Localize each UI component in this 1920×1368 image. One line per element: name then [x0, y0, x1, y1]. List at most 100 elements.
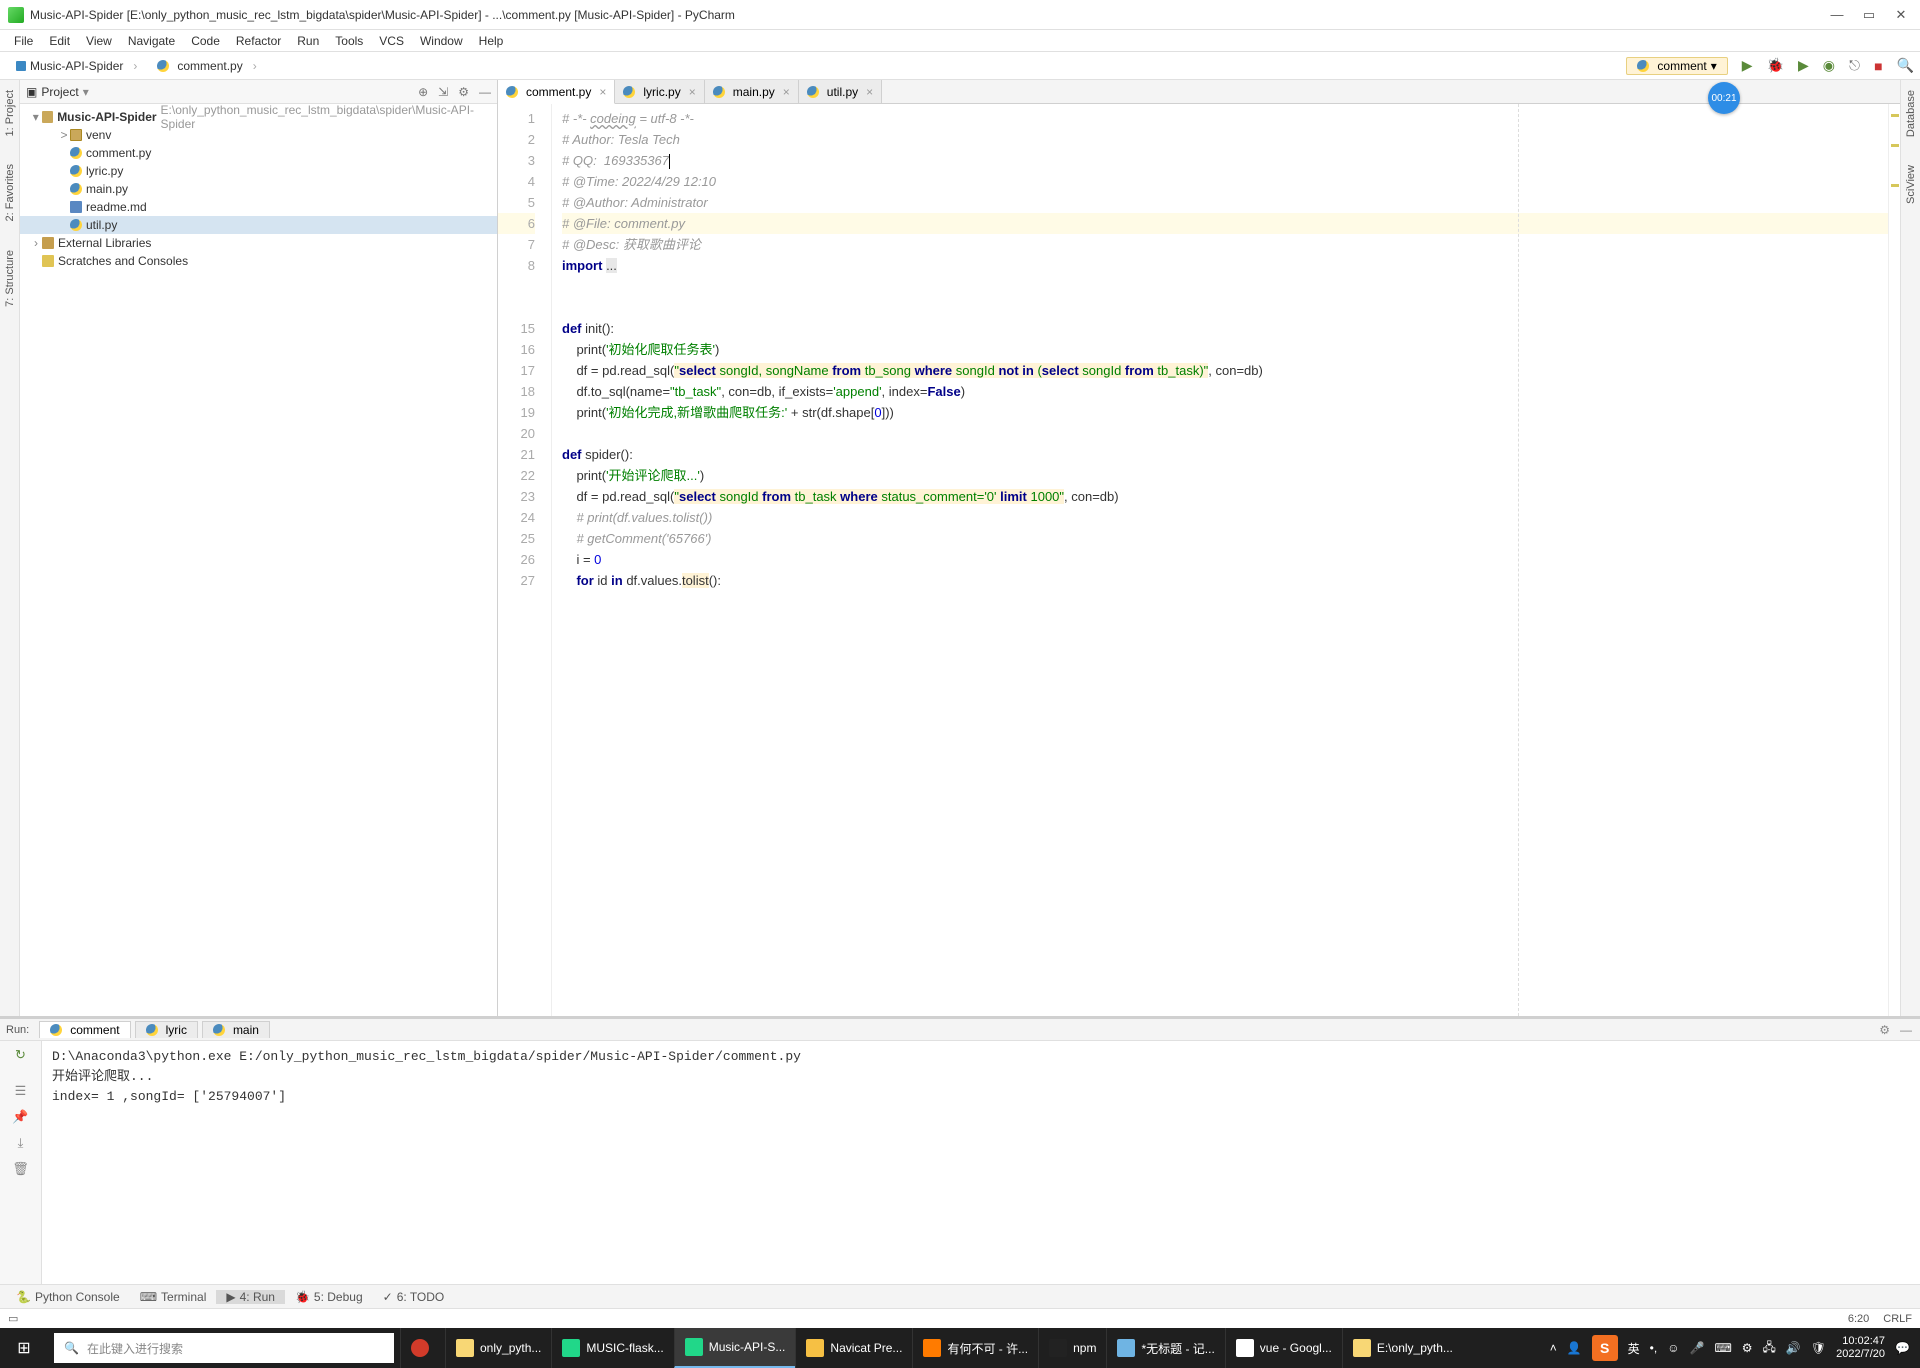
trash-icon[interactable]: 🗑 — [12, 1161, 29, 1177]
ime-lang[interactable]: 英 — [1628, 1340, 1640, 1357]
tree-item[interactable]: main.py — [20, 180, 497, 198]
tree-item[interactable]: util.py — [20, 216, 497, 234]
settings-icon[interactable]: ⚙ — [458, 85, 469, 99]
menu-file[interactable]: File — [6, 32, 41, 50]
run-settings-icon[interactable]: ⚙ — [1879, 1023, 1890, 1037]
sidebar-tab-project[interactable]: 1: Project — [4, 86, 16, 140]
taskbar-app[interactable]: npm — [1038, 1328, 1106, 1368]
tray-mic-icon[interactable]: 🎤 — [1689, 1341, 1704, 1355]
menu-edit[interactable]: Edit — [41, 32, 78, 50]
taskbar-app[interactable]: 有何不可 - 许... — [912, 1328, 1038, 1368]
run-tab[interactable]: main — [202, 1021, 270, 1038]
tray-people-icon[interactable]: 👤 — [1567, 1341, 1582, 1355]
editor-tab[interactable]: main.py× — [705, 80, 799, 103]
notifications-icon[interactable]: 💬 — [1895, 1341, 1910, 1355]
menu-vcs[interactable]: VCS — [371, 32, 412, 50]
sidebar-tab-structure[interactable]: 7: Structure — [4, 246, 16, 311]
sogou-ime-icon[interactable]: S — [1592, 1335, 1618, 1361]
taskbar-app[interactable]: E:\only_pyth... — [1342, 1328, 1463, 1368]
editor-body[interactable]: 1234567815161718192021222324252627 # -*-… — [498, 104, 1900, 1016]
taskbar-app[interactable]: Navicat Pre... — [795, 1328, 912, 1368]
taskbar-app[interactable] — [400, 1328, 445, 1368]
tray-network-icon[interactable]: 🖧 — [1763, 1338, 1776, 1359]
hide-icon[interactable]: — — [479, 85, 491, 99]
taskbar-clock[interactable]: 10:02:47 2022/7/20 — [1836, 1335, 1885, 1361]
attach-icon[interactable]: ⎋ — [1849, 57, 1860, 74]
marker-strip[interactable] — [1888, 104, 1900, 1016]
coverage-icon[interactable]: ▶ — [1798, 57, 1809, 74]
run-config-selector[interactable]: comment ▾ — [1626, 57, 1727, 75]
taskbar-app[interactable]: only_pyth... — [445, 1328, 551, 1368]
close-button[interactable]: ✕ — [1894, 8, 1908, 22]
code-area[interactable]: # -*- codeing = utf-8 -*-# Author: Tesla… — [552, 104, 1888, 1016]
stop-icon[interactable]: ■ — [1874, 58, 1882, 74]
taskbar-app[interactable]: MUSIC-flask... — [551, 1328, 673, 1368]
tree-external-libraries[interactable]: ›External Libraries — [20, 234, 497, 252]
bottom-tool-todo[interactable]: ✓6: TODO — [373, 1290, 455, 1304]
taskbar-search[interactable]: 🔍 在此键入进行搜索 — [54, 1333, 394, 1363]
editor-tab[interactable]: comment.py× — [498, 80, 615, 104]
close-icon[interactable]: × — [689, 85, 696, 99]
tree-scratches[interactable]: Scratches and Consoles — [20, 252, 497, 270]
tree-item[interactable]: readme.md — [20, 198, 497, 216]
bottom-tool-terminal[interactable]: ⌨Terminal — [130, 1290, 217, 1304]
collapse-icon[interactable]: ⇲ — [438, 85, 448, 99]
bottom-tool-run[interactable]: ▶4: Run — [216, 1290, 285, 1304]
taskbar-app[interactable]: vue - Googl... — [1225, 1328, 1342, 1368]
close-icon[interactable]: × — [599, 85, 606, 99]
line-gutter[interactable]: 1234567815161718192021222324252627 — [498, 104, 552, 1016]
tree-item[interactable]: comment.py — [20, 144, 497, 162]
bottom-tool-debug[interactable]: 🐞5: Debug — [285, 1290, 373, 1304]
tree-item[interactable]: lyric.py — [20, 162, 497, 180]
rerun-icon[interactable]: ↻ — [15, 1047, 26, 1063]
tray-smile-icon[interactable]: ☺ — [1667, 1341, 1679, 1355]
sidebar-tab-database[interactable]: Database — [1905, 86, 1917, 141]
run-hide-icon[interactable]: — — [1900, 1023, 1912, 1037]
debug-icon[interactable]: 🐞 — [1767, 57, 1784, 74]
locate-icon[interactable]: ⊕ — [418, 85, 428, 99]
tray-settings-icon[interactable]: ⚙ — [1742, 1341, 1753, 1355]
tool-icon: 🐞 — [295, 1290, 310, 1304]
run-output[interactable]: D:\Anaconda3\python.exe E:/only_python_m… — [42, 1041, 1920, 1284]
menu-view[interactable]: View — [78, 32, 120, 50]
tray-keyboard-icon[interactable]: ⌨ — [1714, 1341, 1731, 1355]
start-button[interactable]: ⊞ — [0, 1328, 48, 1368]
run-tab[interactable]: lyric — [135, 1021, 198, 1038]
menu-run[interactable]: Run — [289, 32, 327, 50]
editor-tab[interactable]: lyric.py× — [615, 80, 704, 103]
layout-icon[interactable]: ☰ — [15, 1083, 27, 1099]
tray-chevron-icon[interactable]: ˄ — [1550, 1341, 1557, 1355]
editor-tab[interactable]: util.py× — [799, 80, 882, 103]
ime-punct-icon[interactable]: •, — [1650, 1341, 1658, 1355]
caret-position[interactable]: 6:20 — [1848, 1313, 1869, 1325]
taskbar-app[interactable]: Music-API-S... — [674, 1328, 796, 1368]
bottom-tool-pythonconsole[interactable]: 🐍Python Console — [6, 1290, 130, 1304]
sidebar-tab-favorites[interactable]: 2: Favorites — [4, 160, 16, 225]
sidebar-tab-sciview[interactable]: SciView — [1905, 161, 1917, 208]
menu-code[interactable]: Code — [183, 32, 228, 50]
close-icon[interactable]: × — [866, 85, 873, 99]
run-icon[interactable]: ▶ — [1742, 57, 1753, 74]
project-tree[interactable]: ▾ Music-API-Spider E:\only_python_music_… — [20, 104, 497, 1016]
tray-volume-icon[interactable]: 🔊 — [1786, 1341, 1801, 1355]
maximize-button[interactable]: ▭ — [1862, 8, 1876, 22]
pin-icon[interactable]: 📌 — [12, 1109, 28, 1125]
menu-navigate[interactable]: Navigate — [120, 32, 183, 50]
breadcrumb-project[interactable]: Music-API-Spider — [6, 57, 147, 75]
tree-root[interactable]: ▾ Music-API-Spider E:\only_python_music_… — [20, 108, 497, 126]
breadcrumb-file[interactable]: comment.py — [147, 57, 266, 75]
search-icon[interactable]: 🔍 — [1897, 57, 1914, 74]
minimize-button[interactable]: — — [1830, 8, 1844, 22]
menu-refactor[interactable]: Refactor — [228, 32, 289, 50]
export-icon[interactable]: ⤓ — [18, 1135, 24, 1151]
tray-shield-icon[interactable]: 🛡 — [1811, 1341, 1826, 1355]
taskbar-app[interactable]: *无标题 - 记... — [1106, 1328, 1224, 1368]
system-tray[interactable]: ˄ 👤 S 英 •, ☺ 🎤 ⌨ ⚙ 🖧 🔊 🛡 10:02:47 2022/7… — [1540, 1335, 1920, 1361]
close-icon[interactable]: × — [783, 85, 790, 99]
run-tab[interactable]: comment — [39, 1021, 130, 1038]
menu-help[interactable]: Help — [471, 32, 512, 50]
menu-tools[interactable]: Tools — [327, 32, 371, 50]
profile-icon[interactable]: ◉ — [1823, 57, 1835, 74]
line-separator[interactable]: CRLF — [1883, 1313, 1912, 1325]
menu-window[interactable]: Window — [412, 32, 471, 50]
